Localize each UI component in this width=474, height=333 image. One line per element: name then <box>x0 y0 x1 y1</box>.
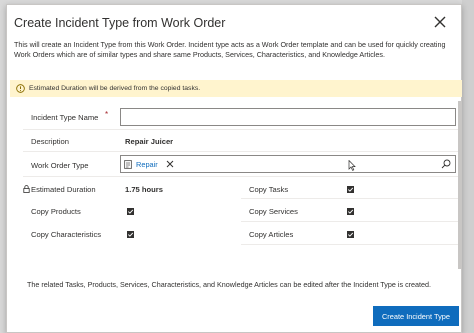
dialog-description: This will create an Incident Type from t… <box>14 40 446 60</box>
dialog-title: Create Incident Type from Work Order <box>14 16 226 30</box>
close-button[interactable] <box>433 15 447 29</box>
warning-icon <box>16 84 25 93</box>
copy-characteristics-checkbox[interactable] <box>127 231 134 238</box>
work-order-type-tag[interactable]: Repair <box>124 158 174 170</box>
estimated-duration-label: Estimated Duration <box>31 185 96 194</box>
banner-text: Estimated Duration will be derived from … <box>29 85 201 92</box>
description-value[interactable]: Repair Juicer <box>125 137 173 146</box>
lock-icon <box>23 185 30 193</box>
copy-articles-row: Copy Articles <box>241 222 459 245</box>
description-label: Description <box>31 137 69 146</box>
copy-tasks-checkbox[interactable] <box>347 186 354 193</box>
checkmark-icon <box>127 208 134 215</box>
work-order-type-label: Work Order Type <box>31 161 89 170</box>
mouse-pointer-icon <box>348 160 356 171</box>
copy-articles-checkbox[interactable] <box>347 231 354 238</box>
copy-characteristics-label: Copy Characteristics <box>31 230 102 239</box>
checkmark-icon <box>127 231 134 238</box>
checkmark-icon <box>347 231 354 238</box>
create-incident-type-dialog: Create Incident Type from Work Order Thi… <box>6 4 462 333</box>
copy-articles-label: Copy Articles <box>249 230 294 239</box>
copy-services-checkbox[interactable] <box>347 208 354 215</box>
work-order-type-tag-label[interactable]: Repair <box>136 160 158 169</box>
copy-tasks-row: Copy Tasks <box>241 177 459 199</box>
estimated-duration-value: 1.75 hours <box>125 185 163 194</box>
dialog-scrollbar[interactable] <box>458 101 461 269</box>
checkmark-icon <box>347 208 354 215</box>
footer-note: The related Tasks, Products, Services, C… <box>27 280 432 289</box>
incident-type-name-label: Incident Type Name <box>31 113 99 122</box>
info-banner: Estimated Duration will be derived from … <box>10 80 462 97</box>
checkmark-icon <box>347 186 354 193</box>
copy-services-row: Copy Services <box>241 199 459 222</box>
description-row: Description Repair Juicer <box>23 130 459 152</box>
work-order-type-row: Work Order Type Repair <box>23 152 459 177</box>
incident-type-form: Incident Type Name * Description Repair … <box>23 105 459 261</box>
incident-type-name-input[interactable] <box>120 108 456 126</box>
incident-type-name-row: Incident Type Name * <box>23 105 459 130</box>
copy-products-checkbox[interactable] <box>127 208 134 215</box>
required-marker: * <box>105 110 109 119</box>
entity-record-icon <box>124 159 132 169</box>
work-order-type-lookup[interactable]: Repair <box>120 155 456 173</box>
background-panel <box>462 0 474 333</box>
copy-characteristics-row: Copy Characteristics <box>23 222 235 245</box>
search-icon[interactable] <box>441 159 451 169</box>
copy-tasks-label: Copy Tasks <box>249 185 289 194</box>
copy-products-row: Copy Products <box>23 199 235 222</box>
copy-services-label: Copy Services <box>249 207 298 216</box>
create-incident-type-button[interactable]: Create Incident Type <box>373 306 459 326</box>
close-icon <box>434 16 446 28</box>
remove-tag-icon[interactable] <box>166 160 174 168</box>
copy-products-label: Copy Products <box>31 207 81 216</box>
